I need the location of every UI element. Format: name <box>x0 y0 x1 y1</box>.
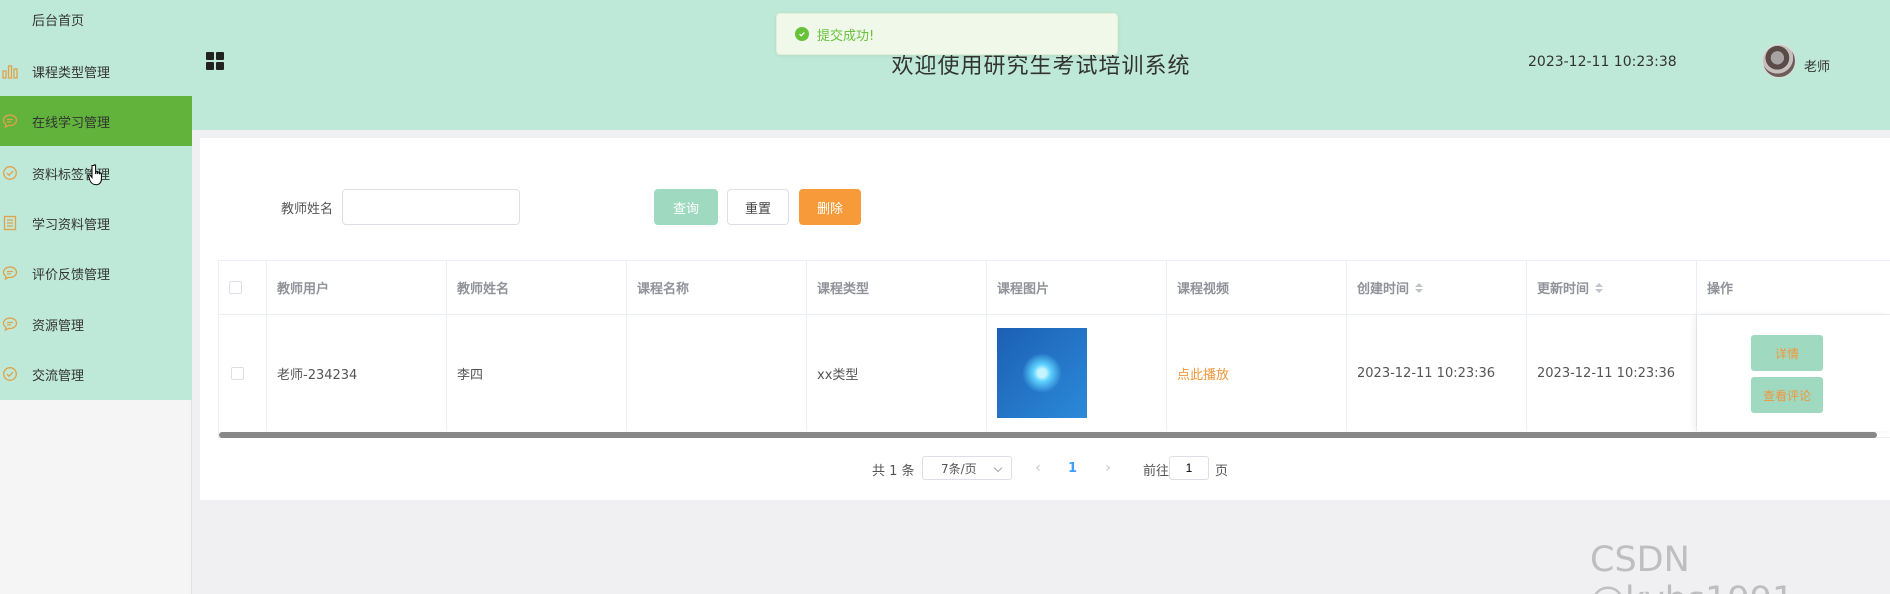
success-toast: 提交成功! <box>776 13 1118 55</box>
cell-course-image <box>987 315 1167 431</box>
column-header: 操作 <box>1697 261 1890 314</box>
sidebar-item-feedback[interactable]: 评价反馈管理 <box>0 248 192 298</box>
sidebar-item-label: 学习资料管理 <box>32 217 111 233</box>
column-header: 课程名称 <box>627 261 807 314</box>
course-thumbnail[interactable] <box>997 328 1087 418</box>
chat-bubble-icon <box>2 316 18 332</box>
query-button[interactable]: 查询 <box>654 189 718 225</box>
sidebar-item-label: 后台首页 <box>32 13 85 29</box>
delete-button[interactable]: 删除 <box>799 189 861 225</box>
sidebar-item-label: 课程类型管理 <box>32 65 111 81</box>
table-header: 教师用户 教师姓名 课程名称 课程类型 课程图片 课程视频 创建时间 更新时间 … <box>219 261 1890 315</box>
detail-button[interactable]: 详情 <box>1751 335 1823 371</box>
column-header-updated[interactable]: 更新时间 <box>1527 261 1697 314</box>
cell-teacher-name: 李四 <box>447 315 627 431</box>
bar-chart-icon <box>2 63 18 79</box>
sidebar-menu: 后台首页 课程类型管理 在线学习管理 资料标签管理 学习资料管理 评价反馈管理 … <box>0 0 192 400</box>
search-label: 教师姓名 <box>281 202 334 217</box>
sidebar-item-label: 评价反馈管理 <box>32 267 111 283</box>
sidebar-item-label: 在线学习管理 <box>32 115 111 131</box>
document-icon <box>2 215 18 231</box>
check-circle-icon <box>2 366 18 382</box>
next-page-icon[interactable]: › <box>1100 456 1116 480</box>
page-number[interactable]: 1 <box>1068 456 1077 480</box>
column-header: 课程类型 <box>807 261 987 314</box>
reset-button[interactable]: 重置 <box>727 189 789 225</box>
teacher-name-input[interactable] <box>342 189 520 225</box>
header-username[interactable]: 老师 <box>1804 56 1830 75</box>
cell-course-type: xx类型 <box>807 315 987 431</box>
pagination-total: 共 1 条 <box>872 463 915 479</box>
sidebar-item-home[interactable]: 后台首页 <box>0 0 192 38</box>
sidebar-item-communication[interactable]: 交流管理 <box>0 349 192 399</box>
goto-page-input[interactable] <box>1169 456 1209 480</box>
sidebar-item-course-type[interactable]: 课程类型管理 <box>0 46 192 96</box>
row-checkbox[interactable] <box>231 366 244 380</box>
sidebar-item-label: 交流管理 <box>32 368 85 384</box>
sidebar-item-study-materials[interactable]: 学习资料管理 <box>0 198 192 248</box>
sidebar-item-resources[interactable]: 资源管理 <box>0 299 192 349</box>
cell-teacher-user: 老师-234234 <box>267 315 447 431</box>
row-actions: 详情 查看评论 <box>1697 315 1890 431</box>
sidebar: 后台首页 课程类型管理 在线学习管理 资料标签管理 学习资料管理 评价反馈管理 … <box>0 0 192 594</box>
prev-page-icon[interactable]: ‹ <box>1030 456 1046 480</box>
data-table: 教师用户 教师姓名 课程名称 课程类型 课程图片 课程视频 创建时间 更新时间 … <box>218 260 1890 438</box>
chat-bubble-icon <box>2 265 18 281</box>
header-datetime: 2023-12-11 10:23:38 <box>1528 54 1677 70</box>
sort-icon[interactable] <box>1415 282 1424 293</box>
chat-bubble-icon <box>2 113 18 129</box>
column-header-created[interactable]: 创建时间 <box>1347 261 1527 314</box>
sidebar-item-online-learning[interactable]: 在线学习管理 <box>0 96 192 146</box>
column-header: 教师姓名 <box>447 261 627 314</box>
column-header: 课程图片 <box>987 261 1167 314</box>
view-comments-button[interactable]: 查看评论 <box>1751 377 1823 413</box>
cell-created: 2023-12-11 10:23:36 <box>1347 315 1527 431</box>
content-panel: 教师姓名 查询 重置 删除 教师用户 教师姓名 课程名称 课程类型 课程图片 课… <box>200 138 1890 500</box>
page-size-value: 7条/页 <box>941 461 977 476</box>
row-select[interactable] <box>219 315 267 431</box>
toast-message: 提交成功! <box>817 28 875 44</box>
select-all-checkbox[interactable] <box>229 281 242 294</box>
column-header-label: 更新时间 <box>1537 282 1590 297</box>
page-size-select[interactable]: 7条/页 <box>922 456 1012 480</box>
play-video-link[interactable]: 点此播放 <box>1177 364 1229 383</box>
column-header: 教师用户 <box>267 261 447 314</box>
chevron-down-icon <box>993 463 1003 473</box>
horizontal-scrollbar[interactable] <box>219 432 1877 438</box>
table-row: 老师-234234 李四 xx类型 点此播放 2023-12-11 10:23:… <box>219 315 1890 431</box>
header-select-all[interactable] <box>219 261 267 314</box>
column-header: 课程视频 <box>1167 261 1347 314</box>
watermark: CSDN @kybs1991 <box>1590 540 1794 594</box>
check-circle-icon <box>2 165 18 181</box>
cell-updated: 2023-12-11 10:23:36 <box>1527 315 1697 431</box>
avatar[interactable] <box>1762 44 1796 78</box>
sort-icon[interactable] <box>1595 282 1604 293</box>
success-check-icon <box>795 27 809 41</box>
column-header-label: 创建时间 <box>1357 282 1410 297</box>
page-suffix: 页 <box>1215 463 1229 479</box>
cell-course-name <box>627 315 807 431</box>
sidebar-item-label: 资源管理 <box>32 318 85 334</box>
hand-cursor-icon <box>88 163 106 187</box>
goto-label: 前往 <box>1143 463 1170 479</box>
cell-course-video: 点此播放 <box>1167 315 1347 431</box>
